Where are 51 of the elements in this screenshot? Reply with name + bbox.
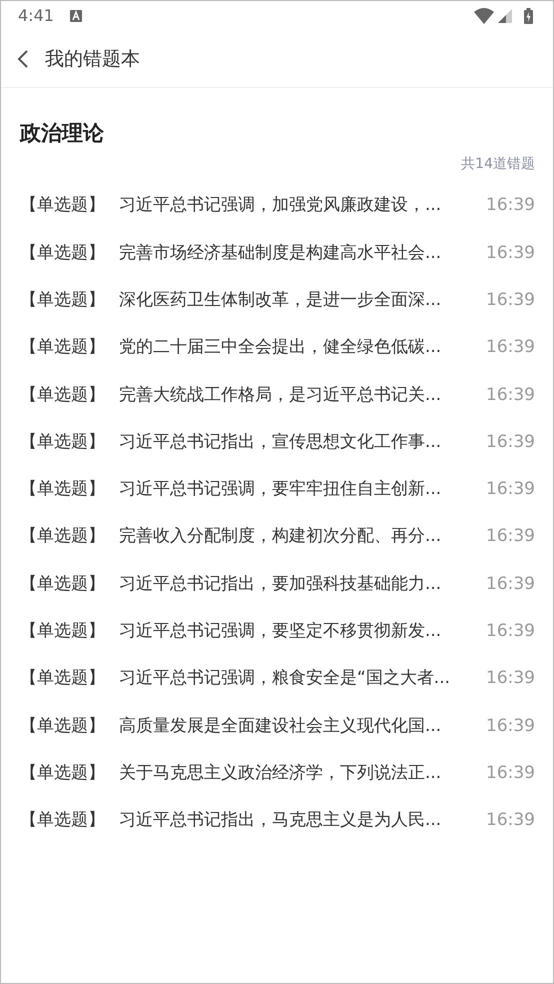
question-time: 16:39	[486, 809, 535, 832]
question-time: 16:39	[486, 762, 535, 785]
question-text[interactable]: 深化医药卫生体制改革，是进一步全面深...	[119, 288, 474, 314]
question-type: 【单选题】	[20, 242, 106, 265]
question-type: 【单选题】	[20, 667, 106, 690]
question-text[interactable]: 习近平总书记强调，粮食安全是“国之大者...	[119, 666, 474, 692]
section-title: 政治理论	[20, 120, 105, 147]
question-type: 【单选题】	[20, 620, 106, 644]
question-time: 16:39	[486, 478, 535, 502]
question-type: 【单选题】	[20, 194, 106, 218]
question-type: 【单选题】	[20, 384, 106, 407]
notification-icon	[70, 10, 82, 22]
question-time: 16:39	[486, 384, 535, 407]
signal-icon	[498, 9, 512, 23]
question-type: 【单选题】	[20, 525, 106, 548]
battery-icon	[524, 8, 533, 24]
question-type: 【单选题】	[20, 336, 106, 360]
question-time: 16:39	[486, 430, 535, 454]
question-time: 16:39	[486, 572, 535, 596]
question-text[interactable]: 习近平总书记强调，要坚定不移贯彻新发...	[119, 619, 474, 645]
wifi-icon	[474, 8, 494, 24]
question-time: 16:39	[486, 288, 535, 312]
question-type: 【单选题】	[20, 288, 106, 312]
question-type: 【单选题】	[20, 572, 106, 596]
status-time: 4:41	[18, 5, 54, 27]
question-time: 16:39	[486, 194, 535, 218]
question-type: 【单选题】	[20, 478, 106, 502]
question-time: 16:39	[486, 620, 535, 644]
question-text[interactable]: 习近平总书记强调，加强党风廉政建设，...	[119, 193, 474, 219]
question-text[interactable]: 关于马克思主义政治经济学，下列说法正...	[119, 760, 474, 786]
question-text[interactable]: 完善大统战工作格局，是习近平总书记关...	[119, 382, 474, 408]
page-title: 我的错题本	[45, 46, 140, 72]
question-text[interactable]: 完善市场经济基础制度是构建高水平社会...	[119, 240, 474, 266]
back-icon[interactable]	[17, 50, 29, 68]
question-text[interactable]: 习近平总书记强调，要牢牢扭住自主创新...	[119, 477, 474, 503]
error-count: 共14道错题	[461, 154, 535, 174]
question-text[interactable]: 高质量发展是全面建设社会主义现代化国...	[119, 714, 474, 740]
question-time: 16:39	[486, 525, 535, 548]
question-text[interactable]: 习近平总书记指出，马克思主义是为人民...	[119, 808, 474, 834]
question-type: 【单选题】	[20, 714, 106, 738]
question-type: 【单选题】	[20, 430, 106, 454]
question-text[interactable]: 党的二十届三中全会提出，健全绿色低碳...	[119, 335, 474, 361]
question-time: 16:39	[486, 336, 535, 360]
question-text[interactable]: 完善收入分配制度，构建初次分配、再分...	[119, 524, 474, 550]
question-time: 16:39	[486, 667, 535, 690]
question-time: 16:39	[486, 242, 535, 265]
question-text[interactable]: 习近平总书记指出，宣传思想文化工作事...	[119, 430, 474, 456]
question-time: 16:39	[486, 714, 535, 738]
question-text[interactable]: 习近平总书记指出，要加强科技基础能力...	[119, 572, 474, 598]
question-type: 【单选题】	[20, 809, 106, 832]
question-type: 【单选题】	[20, 762, 106, 785]
